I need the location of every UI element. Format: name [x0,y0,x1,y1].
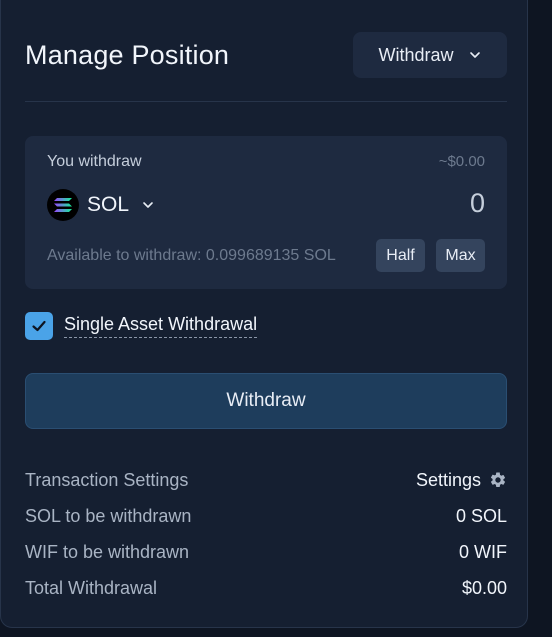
panel-header: Manage Position Withdraw [25,32,507,80]
token-selector[interactable]: SOL [47,188,155,222]
chevron-down-icon [469,52,480,58]
usd-value: ~$0.00 [438,153,485,170]
summary-key: SOL to be withdrawn [25,505,192,526]
summary-row-total-withdrawal: Total Withdrawal $0.00 [25,570,507,606]
summary-row-wif-withdrawn: WIF to be withdrawn 0 WIF [25,534,507,570]
header-divider [25,101,507,102]
mode-dropdown-value: Withdraw [378,44,454,65]
summary-key: WIF to be withdrawn [25,541,190,562]
summary-value: Settings [415,469,481,490]
summary-key: Total Withdrawal [25,577,158,598]
summary-row-sol-withdrawn: SOL to be withdrawn 0 SOL [25,498,507,534]
single-asset-toggle[interactable]: Single Asset Withdrawal [25,311,258,341]
page-title: Manage Position [25,40,230,70]
single-asset-checkbox[interactable] [25,312,53,340]
amount-input[interactable]: 0 [470,188,485,219]
summary-key: Transaction Settings [25,469,189,490]
gear-icon[interactable] [489,471,507,489]
summary-list: Transaction Settings Settings SOL to be … [25,462,507,606]
checkmark-icon [32,320,46,332]
summary-row-transaction-settings: Transaction Settings Settings [25,462,507,498]
withdraw-button[interactable]: Withdraw [25,373,507,429]
mode-dropdown[interactable]: Withdraw [353,32,507,78]
summary-value: 0 SOL [455,505,507,526]
solana-logo-icon [47,189,79,221]
settings-link[interactable]: Settings [416,470,507,491]
withdraw-input-card: You withdraw ~$0.00 SOL 0 Available to w… [25,136,507,289]
withdraw-label: You withdraw [47,153,142,170]
summary-value: $0.00 [461,577,507,598]
max-button[interactable]: Max [436,239,485,272]
token-symbol: SOL [87,193,130,216]
chevron-down-icon [143,202,153,208]
half-button[interactable]: Half [376,239,425,272]
summary-value: 0 WIF [459,541,507,562]
single-asset-label[interactable]: Single Asset Withdrawal [64,314,258,338]
available-balance: Available to withdraw: 0.099689135 SOL [47,247,336,264]
